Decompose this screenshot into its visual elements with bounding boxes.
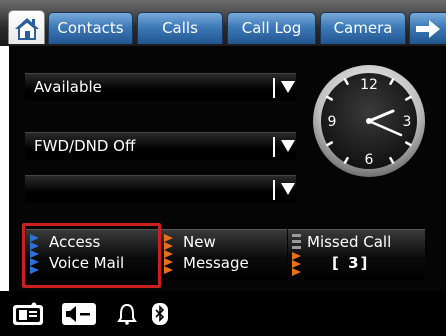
message-label-2: Message <box>183 254 249 272</box>
missed-call-label: Missed Call <box>307 233 392 251</box>
chevron-down-icon <box>281 81 295 93</box>
empty-dropdown[interactable] <box>25 175 296 203</box>
clock-numeral-9: 9 <box>328 114 337 130</box>
presence-dropdown[interactable]: Available <box>25 73 296 101</box>
ringer-button[interactable] <box>114 291 140 336</box>
bluetooth-icon <box>152 302 168 325</box>
arrow-right-icon <box>416 19 440 38</box>
missed-call-indicator <box>292 234 301 276</box>
message-label-1: New <box>183 233 216 251</box>
clock-numeral-3: 3 <box>403 114 412 130</box>
clock-numeral-12: 12 <box>360 77 378 93</box>
tab-contacts[interactable]: Contacts <box>48 12 133 44</box>
tab-call-log[interactable]: Call Log <box>227 12 316 44</box>
status-bar <box>0 291 446 336</box>
speaker-mute-icon <box>62 302 96 325</box>
missed-call-button[interactable]: Missed Call [ 3] <box>288 229 425 280</box>
door-phone-button[interactable] <box>10 291 46 336</box>
chevron-down-icon <box>281 140 295 152</box>
tab-bar: Contacts Calls Call Log Camera <box>0 0 446 46</box>
selection-highlight <box>22 223 161 288</box>
tab-calls[interactable]: Calls <box>137 12 223 44</box>
next-tabs-button[interactable] <box>409 12 446 44</box>
phone-screen: Contacts Calls Call Log Camera Available… <box>0 0 446 336</box>
dropdown-separator <box>273 78 275 98</box>
forward-dnd-dropdown[interactable]: FWD/DND Off <box>25 132 296 160</box>
home-icon <box>14 17 39 40</box>
forward-dnd-value: FWD/DND Off <box>34 137 136 155</box>
chevron-down-icon <box>281 183 295 195</box>
analog-clock: 12 3 6 9 <box>313 65 425 177</box>
missed-call-count: [ 3] <box>332 254 370 272</box>
presence-value: Available <box>34 78 102 96</box>
tab-camera[interactable]: Camera <box>320 12 406 44</box>
dropdown-separator <box>273 137 275 157</box>
clock-numeral-6: 6 <box>365 152 374 168</box>
speaker-mute-button[interactable] <box>58 291 100 336</box>
new-message-button[interactable]: New Message <box>160 229 287 280</box>
message-indicator <box>164 234 173 274</box>
dropdown-separator <box>273 180 275 200</box>
door-phone-icon <box>13 302 43 325</box>
bluetooth-button[interactable] <box>149 291 171 336</box>
home-tab[interactable] <box>8 10 45 44</box>
bell-icon <box>117 303 137 325</box>
